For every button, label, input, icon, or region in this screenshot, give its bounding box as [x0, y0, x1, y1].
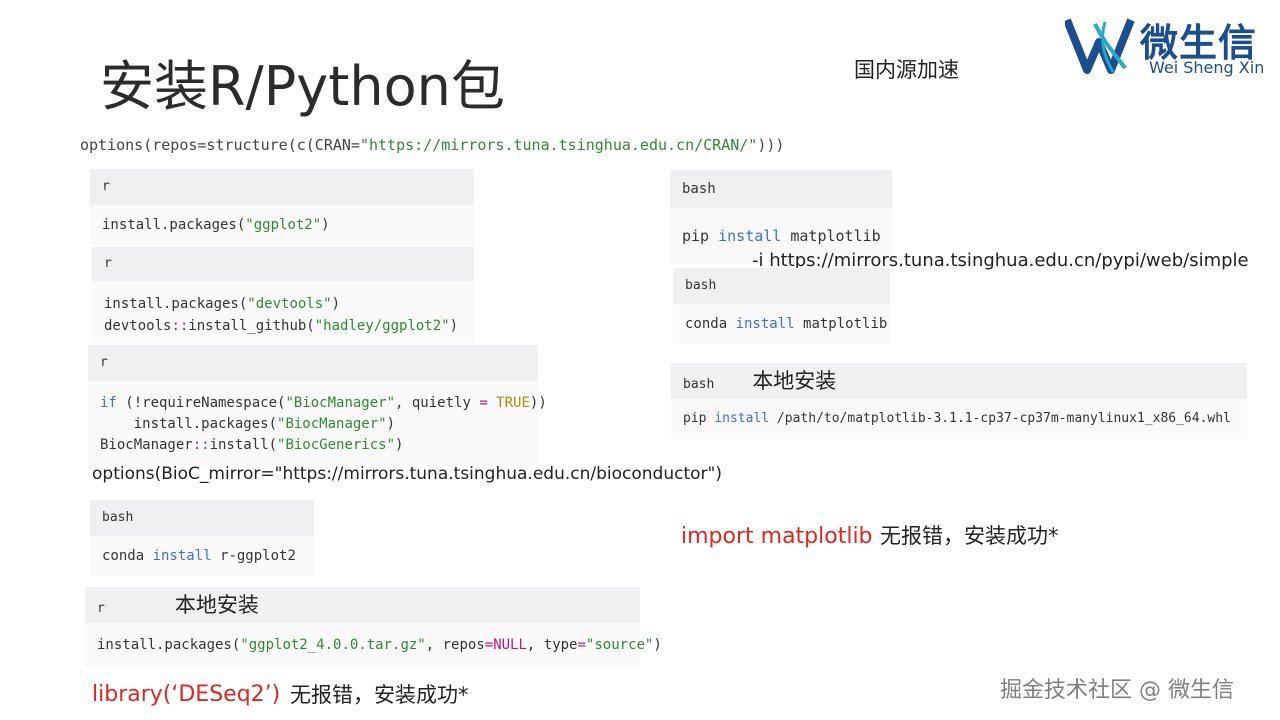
library-success-note: 无报错，安装成功*	[290, 683, 469, 707]
local-install-label: 本地安装	[752, 369, 837, 393]
code-block-lang-label: r	[88, 345, 538, 381]
code-block-bash-conda-matplotlib: bash conda install matplotlib	[673, 268, 890, 344]
library-deseq2-call: library(‘DESeq2’)	[92, 682, 281, 707]
code-line: conda install r-ggplot2	[90, 536, 314, 576]
watermark-footer: 掘金技术社区 @ 微生信	[1000, 678, 1234, 703]
code-line: conda install matplotlib	[673, 304, 890, 344]
import-matplotlib-call: import matplotlib	[681, 524, 873, 549]
code-block-lang-label: bash	[683, 377, 715, 392]
code-block-lang-label: bash	[670, 170, 892, 208]
code-line: install.packages("ggplot2_4.0.0.tar.gz",…	[85, 623, 662, 667]
code-block-lang-label: bash	[90, 500, 314, 536]
cran-option-line: options(repos=structure(c(CRAN="https://…	[80, 136, 785, 154]
code-lines: if (!requireNamespace("BiocManager", qui…	[88, 381, 547, 465]
local-install-label: 本地安装	[174, 593, 259, 617]
code-block-header: bash 本地安装	[671, 363, 1247, 399]
code-block-bash-conda-r-ggplot2: bash conda install r-ggplot2	[90, 500, 314, 576]
code-block-r-devtools: r install.packages("devtools") devtools:…	[92, 247, 474, 343]
code-line: install.packages("ggplot2")	[90, 205, 474, 245]
subtitle-domestic-mirror: 国内源加速	[854, 58, 959, 82]
logo-text-en: Wei Sheng Xin	[1149, 58, 1265, 77]
code-block-lang-label: r	[92, 247, 474, 281]
import-success-note: 无报错，安装成功*	[880, 524, 1059, 548]
bioc-mirror-option: options(BioC_mirror="https://mirrors.tun…	[92, 464, 722, 484]
code-block-lang-label: bash	[673, 268, 890, 304]
code-block-r-local-install: r 本地安装 install.packages("ggplot2_4.0.0.ta…	[85, 587, 662, 667]
code-lines: install.packages("devtools") devtools::i…	[92, 281, 474, 343]
code-block-bash-pip-local-whl: bash 本地安装 pip install /path/to/matplotlib…	[671, 363, 1247, 439]
code-block-header: r 本地安装	[85, 587, 640, 623]
page-title: 安装R/Python包	[100, 55, 505, 118]
code-block-lang-label: r	[97, 601, 105, 616]
code-block-r-install-ggplot2: r install.packages("ggplot2")	[90, 169, 474, 245]
code-line: pip install /path/to/matplotlib-3.1.1-cp…	[671, 399, 1247, 439]
code-block-r-biocmanager: r if (!requireNamespace("BiocManager", q…	[88, 345, 547, 465]
code-block-lang-label: r	[90, 169, 474, 205]
